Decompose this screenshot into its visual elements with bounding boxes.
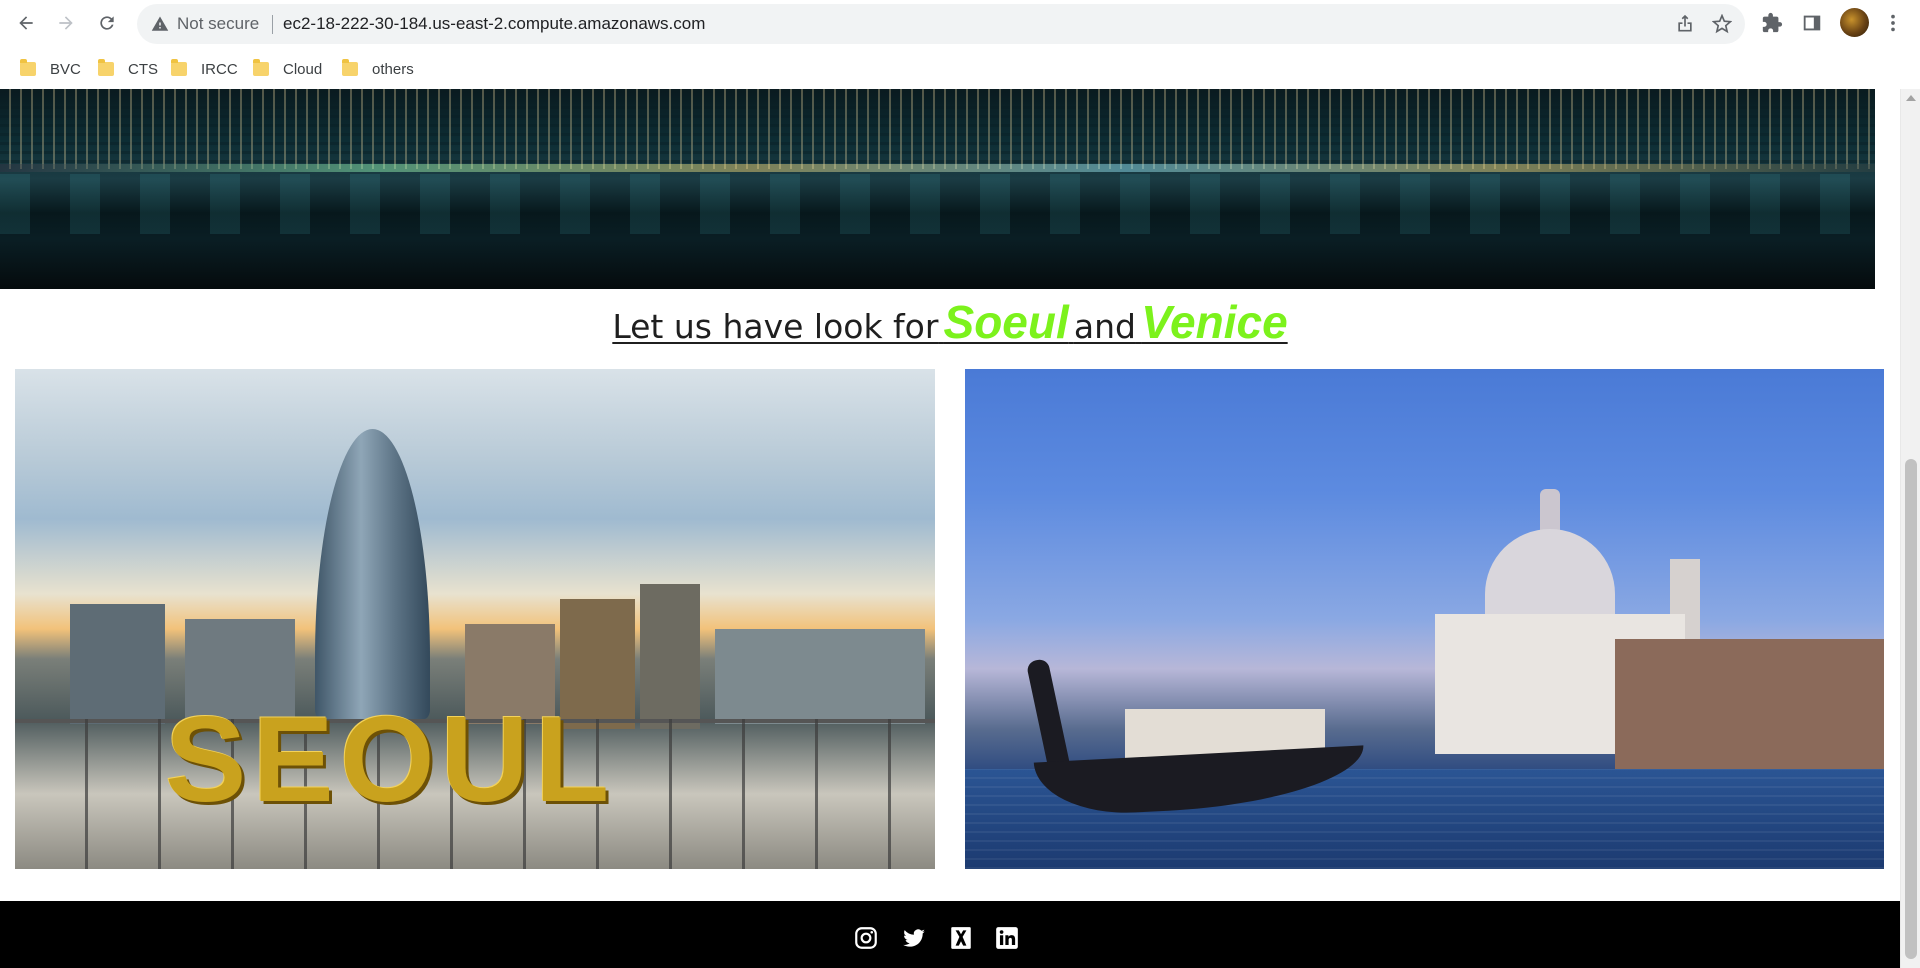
avatar[interactable] [1840,8,1869,37]
vertical-scrollbar[interactable] [1900,89,1920,968]
forward-arrow-icon[interactable] [50,7,82,39]
dome [1485,529,1615,619]
browser-toolbar: Not secure ec2-18-222-30-184.us-east-2.c… [0,0,1920,46]
bookmark-label: CTS [128,60,158,78]
scroll-up-arrow-icon[interactable] [1906,95,1916,101]
venice-photo [965,369,1884,869]
seoul-sign: SEOUL [165,691,616,827]
heading-prefix: Let us have look for [612,307,939,346]
hero-cityscape-image [0,89,1875,289]
folder-icon [98,59,114,76]
bookmark-folder-cts[interactable]: CTS [98,56,158,82]
security-status-label[interactable]: Not secure [177,14,259,34]
bookmark-folder-ircc[interactable]: IRCC [171,56,238,82]
seoul-photo: SEOUL [15,369,935,869]
heading-city-venice: Venice [1141,296,1288,348]
building [1615,639,1884,769]
page-heading: Let us have look for Soeul and Venice [0,295,1900,349]
heading-text: Let us have look for Soeul and Venice [612,295,1287,349]
water-reflection [0,174,1875,234]
bookmark-folder-bvc[interactable]: BVC [20,56,81,82]
star-icon[interactable] [1712,14,1732,34]
bookmarks-bar: BVC CTS IRCC Cloud others [0,52,1920,82]
address-bar[interactable]: Not secure ec2-18-222-30-184.us-east-2.c… [137,4,1745,44]
x-icon[interactable] [948,925,974,951]
heading-connector: and [1073,307,1136,346]
waterline [0,164,1875,172]
back-arrow-icon[interactable] [10,7,42,39]
instagram-icon[interactable] [853,925,879,951]
folder-icon [253,59,269,76]
kebab-menu-icon[interactable] [1882,12,1904,34]
dome-lantern [1540,489,1560,534]
lotte-tower [315,429,430,719]
browser-chrome: Not secure ec2-18-222-30-184.us-east-2.c… [0,0,1920,89]
footer [0,901,1900,968]
bookmark-label: Cloud [283,60,323,78]
side-panel-icon[interactable] [1801,12,1823,34]
city-lights [0,89,1875,169]
heading-city-seoul: Soeul [943,296,1069,348]
linkedin-icon[interactable] [994,925,1020,951]
reload-icon[interactable] [91,7,123,39]
twitter-icon[interactable] [901,925,927,951]
folder-icon [342,59,358,76]
page-viewport: Let us have look for Soeul and Venice SE… [0,89,1900,968]
warning-icon[interactable] [151,15,169,33]
bookmark-folder-cloud[interactable]: Cloud [253,56,322,82]
bookmark-label: IRCC [201,60,238,78]
bookmark-folder-others[interactable]: others [342,56,414,82]
folder-icon [20,59,36,76]
building [70,604,165,724]
bookmark-label: BVC [50,60,81,78]
share-icon[interactable] [1675,14,1695,34]
puzzle-icon[interactable] [1761,12,1783,34]
scrollbar-thumb[interactable] [1905,459,1917,959]
folder-icon [171,59,187,76]
url-text[interactable]: ec2-18-222-30-184.us-east-2.compute.amaz… [283,14,705,34]
gondola-prow [1025,657,1071,771]
address-divider [272,15,273,34]
bookmark-label: others [372,60,414,78]
